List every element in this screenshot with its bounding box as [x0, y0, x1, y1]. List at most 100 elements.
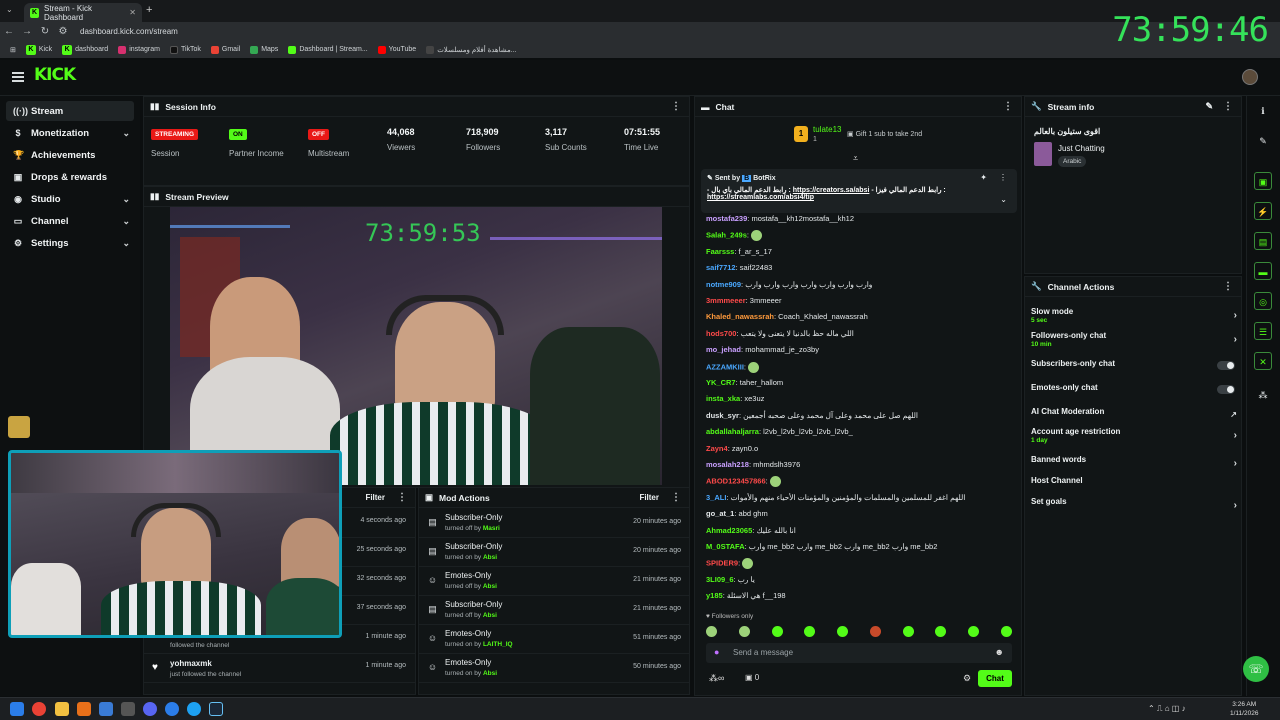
- steam-icon[interactable]: [209, 702, 223, 716]
- stream-category[interactable]: Just Chatting: [1058, 144, 1105, 153]
- channel-action-ai-chat-moderation[interactable]: AI Chat Moderation ↗: [1031, 407, 1237, 429]
- discord-icon[interactable]: [143, 702, 157, 716]
- bookmark-instagram[interactable]: instagram: [118, 45, 160, 54]
- emote-icon[interactable]: [869, 626, 881, 637]
- app-icon[interactable]: [121, 702, 135, 716]
- chat-username[interactable]: 3LI09_6: [706, 575, 734, 584]
- pinned-link[interactable]: https://streamlabs.com/absi4/tip: [707, 194, 814, 201]
- emote-icon[interactable]: [968, 626, 980, 637]
- chat-username[interactable]: notme909: [706, 280, 741, 289]
- clock[interactable]: 3:26 AM 1/11/2026: [1230, 700, 1258, 718]
- chat-username[interactable]: M_0STAFA: [706, 542, 745, 551]
- chevron-right-icon[interactable]: ›: [1234, 500, 1237, 511]
- bookmark-tiktok[interactable]: TikTok: [169, 45, 201, 54]
- menu-icon[interactable]: [12, 72, 24, 82]
- external-link-icon[interactable]: ↗: [1230, 410, 1237, 419]
- emote-icon[interactable]: [902, 626, 914, 637]
- emote-icon[interactable]: [935, 626, 947, 637]
- chat-send-button[interactable]: Chat: [978, 670, 1012, 687]
- gift-leader-user[interactable]: tulate13: [813, 125, 841, 134]
- app-icon[interactable]: [187, 702, 201, 716]
- chat-bubble-icon[interactable]: ▬: [1254, 262, 1272, 280]
- stream-preview-video[interactable]: 73:59:53: [170, 207, 662, 485]
- chat-username[interactable]: y185: [706, 591, 723, 600]
- pinned-link[interactable]: https://creators.sa/absi: [793, 187, 870, 194]
- tab-list-icon[interactable]: ⌄: [6, 5, 13, 14]
- emote-icon[interactable]: [738, 626, 750, 637]
- bookmark-gmail[interactable]: Gmail: [210, 45, 240, 54]
- help-chat-icon[interactable]: ☏: [1243, 656, 1269, 682]
- chevron-down-icon[interactable]: ⌄: [1000, 195, 1007, 204]
- sidebar-item-stream[interactable]: ((·)) Stream: [6, 101, 134, 121]
- chat-username[interactable]: 3mmmeeer: [706, 296, 746, 305]
- bookmark-movies[interactable]: مشاهدة أفلام ومسلسلات...: [426, 45, 517, 54]
- more-options-icon[interactable]: ⋮: [999, 173, 1007, 182]
- chat-username[interactable]: Salah_249s: [706, 231, 747, 240]
- wrench-icon[interactable]: ✕: [1254, 352, 1272, 370]
- chat-username[interactable]: 3_ALI: [706, 493, 726, 502]
- chat-username[interactable]: mostafa239: [706, 214, 747, 223]
- chevron-right-icon[interactable]: ›: [1234, 430, 1237, 441]
- channel-action-host-channel[interactable]: Host Channel: [1031, 476, 1237, 498]
- points-icon[interactable]: ⁂∞: [709, 673, 724, 684]
- edge-icon[interactable]: [165, 702, 179, 716]
- bookmark-maps[interactable]: Maps: [250, 45, 278, 54]
- info-icon[interactable]: ℹ: [1254, 102, 1272, 120]
- bookmark-dashboard-stream[interactable]: Dashboard | Stream...: [288, 45, 368, 54]
- sidebar-item-drops[interactable]: ▣ Drops & rewards: [6, 167, 134, 187]
- toggle-switch[interactable]: [1217, 385, 1235, 394]
- emoji-picker-icon[interactable]: ☻: [995, 647, 1004, 657]
- kick-logo[interactable]: KICK: [34, 65, 76, 85]
- broadcast-icon[interactable]: ◎: [1254, 292, 1272, 310]
- gift-sub-button[interactable]: ▣ Gift 1 sub to take 2nd: [847, 130, 922, 138]
- chat-username[interactable]: mosalah218: [706, 460, 749, 469]
- chat-settings-icon[interactable]: ⚙: [963, 673, 971, 684]
- unpin-icon[interactable]: ✦: [980, 173, 987, 182]
- bookmark-dashboard[interactable]: Kdashboard: [62, 44, 108, 55]
- emote-icon[interactable]: [1000, 626, 1012, 637]
- forward-icon[interactable]: →: [18, 26, 36, 37]
- sidebar-item-monetization[interactable]: $ Monetization ⌄: [6, 123, 134, 143]
- chat-username[interactable]: AZZAMKIII: [706, 362, 744, 371]
- camera-icon[interactable]: ▣: [1254, 172, 1272, 190]
- channel-action-account-age-restriction[interactable]: Account age restriction 1 day ›: [1031, 427, 1237, 449]
- chat-username[interactable]: insta_xka: [706, 394, 740, 403]
- mic-icon[interactable]: ●: [714, 647, 719, 657]
- sidebar-item-channel[interactable]: ▭ Channel ⌄: [6, 211, 134, 231]
- close-tab-icon[interactable]: ✕: [129, 8, 136, 17]
- user-avatar[interactable]: [1242, 69, 1258, 85]
- channel-action-followers-only-chat[interactable]: Followers-only chat 10 min ›: [1031, 331, 1237, 353]
- chrome-icon[interactable]: [32, 702, 46, 716]
- app-icon[interactable]: [77, 702, 91, 716]
- emote-icon[interactable]: [706, 626, 717, 637]
- emote-icon[interactable]: [804, 626, 816, 637]
- sidebar-item-studio[interactable]: ◉ Studio ⌄: [6, 189, 134, 209]
- bookmark-kick[interactable]: K Kick: [25, 44, 52, 55]
- back-icon[interactable]: ←: [0, 26, 18, 37]
- channel-action-slow-mode[interactable]: Slow mode 5 sec ›: [1031, 307, 1237, 329]
- chat-username[interactable]: YK_CR7: [706, 378, 736, 387]
- partner-on-badge[interactable]: ON: [229, 129, 247, 140]
- more-options-icon[interactable]: ⋮: [1223, 281, 1233, 292]
- chat-username[interactable]: hods700: [706, 329, 736, 338]
- url-field[interactable]: dashboard.kick.com/stream: [80, 27, 178, 36]
- sidebar-item-achievements[interactable]: 🏆 Achievements: [6, 145, 134, 165]
- bookmark-apps-icon[interactable]: ⊞: [10, 46, 16, 54]
- chevron-right-icon[interactable]: ›: [1234, 334, 1237, 345]
- chat-username[interactable]: mo_jehad: [706, 345, 741, 354]
- edit-icon[interactable]: ✎: [1205, 101, 1213, 112]
- expand-icon[interactable]: ⩡: [853, 153, 858, 164]
- chevron-right-icon[interactable]: ›: [1234, 458, 1237, 469]
- channel-action-subscribers-only-chat[interactable]: Subscribers-only chat: [1031, 359, 1237, 381]
- filter-button[interactable]: Filter: [365, 493, 385, 502]
- new-tab-icon[interactable]: +: [146, 4, 152, 16]
- bookmark-youtube[interactable]: YouTube: [377, 45, 416, 54]
- toggle-switch[interactable]: [1217, 361, 1235, 370]
- more-options-icon[interactable]: ⋮: [671, 101, 681, 112]
- more-options-icon[interactable]: ⋮: [1003, 101, 1013, 112]
- chat-username[interactable]: go_at_1: [706, 509, 734, 518]
- activity-user[interactable]: yohmaxmk: [170, 659, 212, 668]
- chat-username[interactable]: Faarsss: [706, 247, 734, 256]
- windows-start-icon[interactable]: [10, 702, 24, 716]
- nodes-icon[interactable]: ⁂: [1254, 386, 1272, 404]
